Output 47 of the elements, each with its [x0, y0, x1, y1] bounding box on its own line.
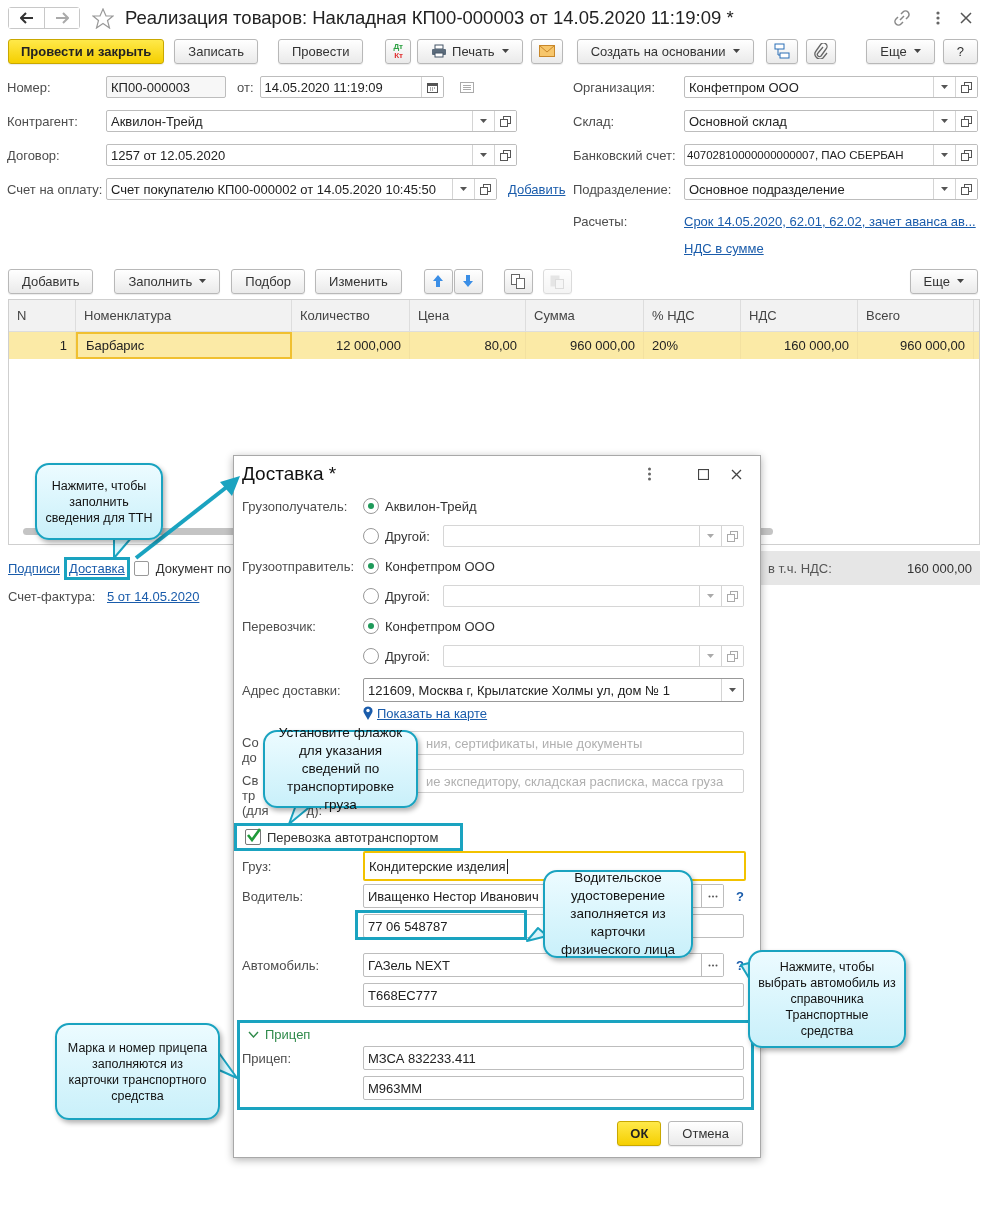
table-cell: 1	[9, 332, 76, 359]
field-label: от:	[237, 79, 254, 95]
field-label: Адрес доставки:	[242, 682, 342, 698]
callout-tooltip: Нажмите, чтобы заполнить сведения для ТТН	[35, 463, 163, 540]
vat-value: 160 000,00	[906, 560, 972, 576]
table-cell: 960 000,00	[526, 332, 644, 359]
field-label: Склад:	[573, 113, 616, 129]
field-label: Организация:	[573, 79, 657, 95]
table-cell: 12 000,000	[292, 332, 410, 359]
field-label: Номер:	[7, 79, 52, 95]
field-label: Грузоотправитель:	[242, 558, 356, 574]
table-cell: 160 000,00	[741, 332, 858, 359]
radio-label: Конфетпром ООО	[385, 558, 495, 574]
field-label: Банковский счет:	[573, 147, 677, 163]
field-label: Счет-фактура:	[8, 589, 97, 604]
checkbox-label: Документ по	[155, 560, 232, 576]
field-label: Расчеты:	[573, 214, 629, 229]
field-label: Автомобиль:	[242, 957, 321, 973]
table-cell: 960 000,00	[858, 332, 974, 359]
field-label: Прицеп:	[242, 1050, 293, 1066]
callout-tooltip: Нажмите, чтобы выбрать автомобиль из справочника Транспортные средства	[748, 950, 906, 1048]
table-cell: Барбарис	[76, 332, 292, 359]
vat-label: в т.ч. НДС:	[768, 560, 832, 576]
radio-label: Другой:	[385, 648, 430, 664]
field-label: Счет на оплату:	[7, 181, 104, 197]
table-cell: 80,00	[410, 332, 526, 359]
radio-label: Конфетпром ООО	[385, 618, 495, 634]
callout-tooltip: Водительское удостоверение заполняется из карточки физического лица	[543, 870, 693, 958]
field-label: Со	[242, 735, 259, 750]
field-label: Водитель:	[242, 888, 305, 904]
radio-label: Аквилон-Трейд	[385, 498, 477, 514]
field-label: Груз:	[242, 858, 273, 874]
field-label: до	[242, 750, 257, 765]
field-label: Св	[242, 773, 259, 788]
field-label: Подразделение:	[573, 181, 673, 197]
radio-label: Другой:	[385, 588, 430, 604]
field-label: Контрагент:	[7, 113, 79, 129]
table-cell: 20%	[644, 332, 741, 359]
callout-tooltip: Марка и номер прицепа заполняются из карточки транспортного средства	[55, 1023, 220, 1120]
radio-label: Другой:	[385, 528, 430, 544]
window-title: Реализация товаров: Накладная КП00-000003 от 14.05.2020 11:19:09 *	[125, 7, 734, 29]
field-label: тр	[242, 788, 256, 803]
field-label: Договор:	[7, 147, 61, 163]
field-label: Грузополучатель:	[242, 498, 349, 514]
dialog-title: Доставка *	[242, 463, 338, 485]
checkbox-label: Перевозка автотранспортом	[267, 829, 439, 845]
field-label: Перевозчик:	[242, 618, 317, 634]
